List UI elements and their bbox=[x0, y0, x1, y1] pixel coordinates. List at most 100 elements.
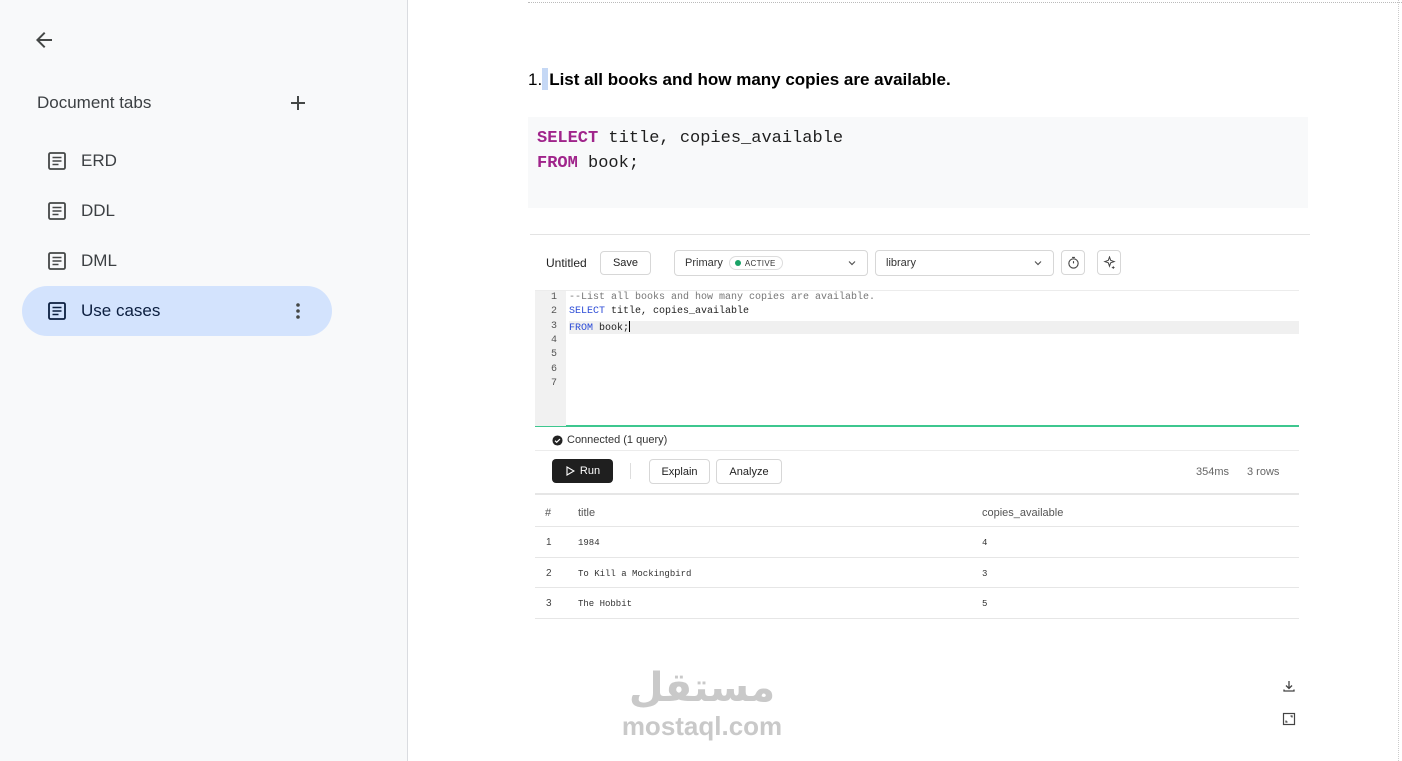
text-selection-marker bbox=[542, 68, 549, 90]
embedded-sql-tool-image: Untitled Save Primary ACTIVE library 1 2… bbox=[530, 234, 1310, 732]
document-icon bbox=[48, 152, 66, 170]
document-tabs-header: Document tabs bbox=[37, 93, 152, 112]
sql-text: book; bbox=[593, 323, 630, 334]
document-icon bbox=[48, 252, 66, 270]
query-duration: 354ms bbox=[1196, 466, 1230, 478]
line-number: 2 bbox=[550, 306, 557, 317]
row-count: 3 rows bbox=[1247, 466, 1280, 478]
sql-keyword: SELECT bbox=[569, 306, 606, 317]
tab-label: Use cases bbox=[81, 301, 161, 320]
document-tabs-sidebar: Document tabs ERD DDL DML Use cases bbox=[0, 0, 408, 761]
tab-ddl[interactable]: DDL bbox=[22, 186, 332, 236]
text-caret bbox=[629, 321, 631, 332]
tab-use-cases[interactable]: Use cases bbox=[22, 286, 332, 336]
sql-code-block[interactable]: SELECT title, copies_available FROM book… bbox=[528, 117, 1308, 208]
watermark-arabic: مستقل bbox=[628, 665, 776, 711]
tab-label: ERD bbox=[81, 151, 117, 170]
line-number: 5 bbox=[550, 349, 557, 360]
google-docs-window: Document tabs ERD DDL DML Use cases 1. L… bbox=[0, 0, 1402, 761]
save-button[interactable]: Save bbox=[600, 251, 651, 275]
sql-text: book; bbox=[577, 154, 640, 173]
table-header-row: # title copies_available bbox=[535, 495, 1299, 527]
connection-name: Primary bbox=[685, 257, 723, 269]
tab-label: DDL bbox=[81, 201, 116, 220]
expand-button[interactable] bbox=[1281, 711, 1297, 727]
database-name: library bbox=[886, 257, 916, 269]
sql-keyword: FROM bbox=[537, 154, 578, 173]
tab-erd[interactable]: ERD bbox=[22, 136, 332, 186]
table-cell: 4 bbox=[982, 538, 988, 548]
status-text: Connected (1 query) bbox=[567, 434, 668, 446]
divider bbox=[535, 450, 1299, 451]
document-icon bbox=[48, 202, 66, 220]
chevron-down-icon bbox=[848, 261, 856, 266]
editor-line-3: FROM book; bbox=[569, 321, 1299, 334]
table-cell: 5 bbox=[982, 599, 988, 609]
tab-label: DML bbox=[81, 251, 117, 270]
timer-button[interactable] bbox=[1061, 250, 1085, 275]
add-tab-button[interactable] bbox=[286, 91, 310, 115]
download-icon bbox=[1283, 681, 1295, 692]
analyze-button[interactable]: Analyze bbox=[716, 459, 782, 484]
line-number: 6 bbox=[550, 364, 557, 375]
query-name: Untitled bbox=[546, 256, 587, 270]
download-button[interactable] bbox=[1281, 678, 1297, 694]
sql-comment: --List all books and how many copies are… bbox=[569, 292, 876, 303]
chevron-down-icon bbox=[1034, 261, 1042, 266]
line-number: 1 bbox=[550, 292, 557, 303]
explain-button[interactable]: Explain bbox=[649, 459, 710, 484]
column-header[interactable]: title bbox=[578, 507, 595, 519]
ai-assist-button[interactable] bbox=[1097, 250, 1121, 275]
code-line-1: SELECT title, copies_available bbox=[537, 126, 1299, 151]
play-icon bbox=[566, 466, 575, 476]
check-circle-icon bbox=[552, 434, 563, 446]
query-toolbar: Untitled Save Primary ACTIVE library bbox=[530, 235, 1310, 290]
line-number-gutter: 1 2 3 4 5 6 7 bbox=[535, 291, 566, 426]
list-number: 1. bbox=[528, 70, 543, 89]
tab-dml[interactable]: DML bbox=[22, 236, 332, 286]
fullscreen-icon bbox=[1282, 712, 1296, 726]
column-header[interactable]: copies_available bbox=[982, 507, 1063, 519]
database-select[interactable]: library bbox=[875, 250, 1054, 276]
document-icon bbox=[48, 302, 66, 320]
divider bbox=[630, 463, 631, 479]
sql-keyword: FROM bbox=[569, 323, 594, 334]
list-item-heading[interactable]: 1. List all books and how many copies are… bbox=[528, 68, 951, 90]
more-vert-icon bbox=[296, 303, 300, 319]
heading-text: List all books and how many copies are a… bbox=[549, 70, 951, 89]
table-row: 1 1984 4 bbox=[535, 527, 1299, 558]
table-row: 3 The Hobbit 5 bbox=[535, 588, 1299, 619]
table-cell: 1984 bbox=[578, 538, 600, 548]
sparkle-icon bbox=[1102, 256, 1116, 269]
sql-text: title, copies_available bbox=[605, 306, 750, 317]
tab-options-button[interactable] bbox=[286, 299, 310, 323]
line-number: 3 bbox=[550, 321, 557, 332]
status-badge: ACTIVE bbox=[728, 256, 783, 270]
sql-keyword: SELECT bbox=[537, 129, 599, 148]
row-index: 1 bbox=[546, 537, 552, 548]
editor-line-2: SELECT title, copies_available bbox=[569, 306, 749, 317]
column-header: # bbox=[545, 507, 552, 519]
sql-text: title, copies_available bbox=[598, 129, 844, 148]
run-button[interactable]: Run bbox=[552, 459, 613, 483]
row-index: 3 bbox=[546, 598, 552, 609]
watermark-latin: mostaql.com bbox=[621, 711, 783, 741]
run-label: Run bbox=[579, 465, 601, 477]
back-button[interactable] bbox=[28, 24, 60, 56]
connection-select[interactable]: Primary ACTIVE bbox=[674, 250, 868, 276]
table-row: 2 To Kill a Mockingbird 3 bbox=[535, 558, 1299, 588]
active-dot-icon bbox=[734, 260, 741, 266]
connection-status: Connected (1 query) bbox=[552, 434, 667, 446]
badge-label: ACTIVE bbox=[744, 258, 776, 268]
table-cell: 3 bbox=[982, 569, 988, 579]
window-right-edge bbox=[1398, 0, 1402, 761]
line-number: 4 bbox=[550, 335, 557, 346]
sql-editor[interactable]: 1 2 3 4 5 6 7 --List all books and how m… bbox=[535, 290, 1299, 427]
timer-icon bbox=[1067, 256, 1079, 269]
results-table: # title copies_available 1 1984 4 2 To K… bbox=[535, 493, 1299, 619]
table-cell: The Hobbit bbox=[578, 599, 633, 609]
page-top-border bbox=[528, 0, 1402, 3]
watermark: مستقل mostaql.com bbox=[616, 664, 788, 744]
editor-line-1: --List all books and how many copies are… bbox=[569, 292, 875, 303]
table-cell: To Kill a Mockingbird bbox=[578, 569, 692, 579]
